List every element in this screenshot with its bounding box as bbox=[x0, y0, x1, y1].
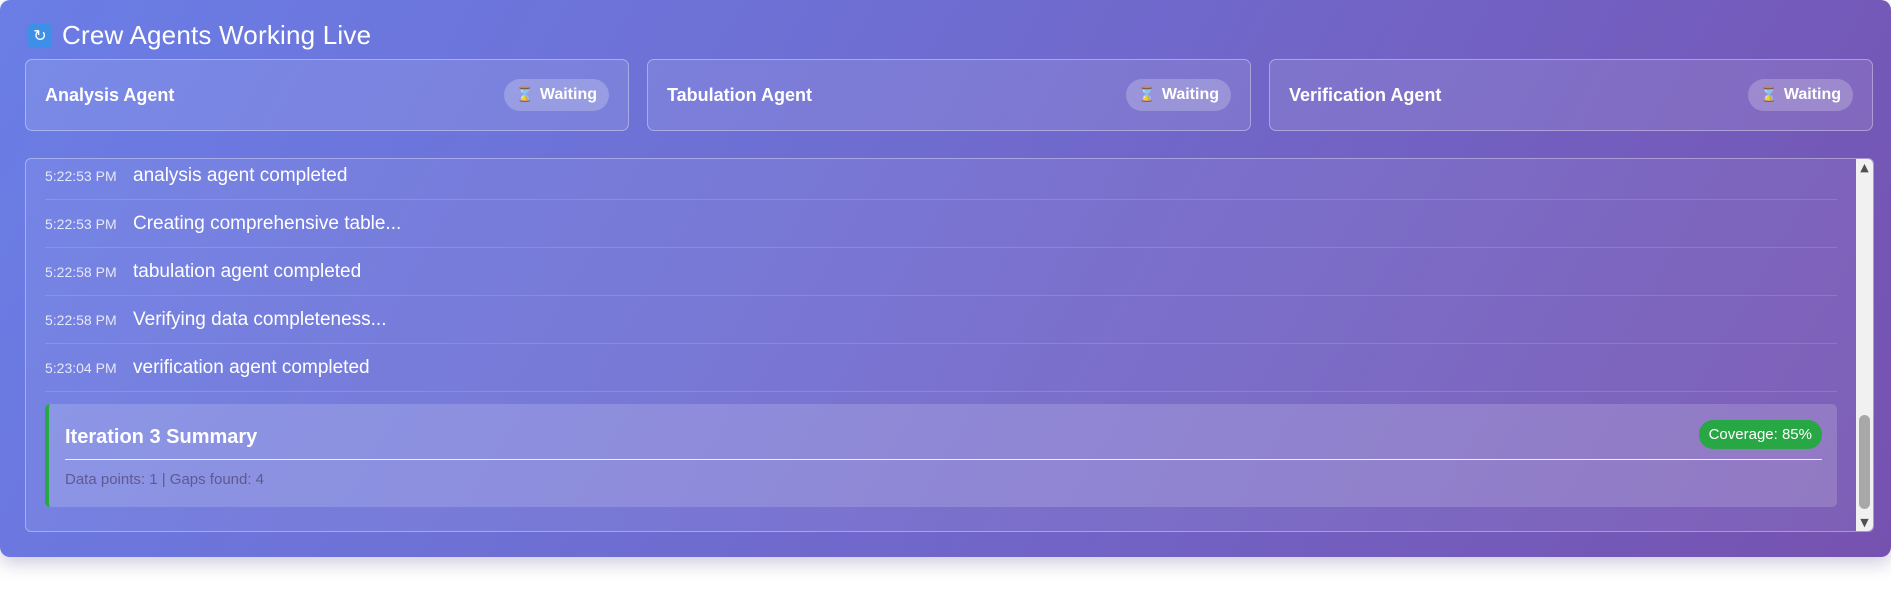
log-timestamp: 5:23:04 PM bbox=[45, 359, 117, 376]
scrollbar-thumb[interactable] bbox=[1859, 415, 1870, 509]
scroll-up-arrow-icon[interactable]: ▲ bbox=[1856, 159, 1873, 176]
agent-cards: Analysis Agent ⌛ Waiting Tabulation Agen… bbox=[25, 59, 1873, 131]
agent-name: Tabulation Agent bbox=[667, 84, 812, 105]
summary-stats: Data points: 1 | Gaps found: 4 bbox=[65, 471, 265, 488]
log-message: verification agent completed bbox=[133, 356, 370, 378]
refresh-icon: ↻ bbox=[28, 23, 52, 48]
log-timestamp: 5:22:58 PM bbox=[45, 263, 117, 280]
hourglass-icon: ⌛ bbox=[1138, 87, 1156, 103]
agent-card-verification: Verification Agent ⌛ Waiting bbox=[1269, 59, 1873, 131]
summary-title: Iteration 3 Summary bbox=[65, 426, 258, 448]
panel-title: Crew Agents Working Live bbox=[62, 20, 372, 50]
log-content: 5:22:53 PM analysis agent completed 5:22… bbox=[45, 159, 1837, 507]
panel-header: ↻ Crew Agents Working Live bbox=[28, 20, 371, 51]
agent-name: Verification Agent bbox=[1289, 84, 1442, 105]
crew-agents-panel: ↻ Crew Agents Working Live Analysis Agen… bbox=[0, 0, 1891, 557]
log-message: analysis agent completed bbox=[133, 164, 348, 186]
status-badge: ⌛ Waiting bbox=[1748, 79, 1853, 111]
log-entry: 5:22:58 PM tabulation agent completed bbox=[45, 248, 1837, 296]
agent-card-analysis: Analysis Agent ⌛ Waiting bbox=[25, 59, 629, 131]
hourglass-icon: ⌛ bbox=[516, 87, 534, 103]
log-entry: 5:23:04 PM verification agent completed bbox=[45, 344, 1837, 392]
log-message: tabulation agent completed bbox=[133, 260, 362, 282]
status-badge: ⌛ Waiting bbox=[504, 79, 609, 111]
summary-divider bbox=[65, 459, 1822, 460]
log-timestamp: 5:22:53 PM bbox=[45, 167, 117, 184]
log-entry: 5:22:53 PM Creating comprehensive table.… bbox=[45, 200, 1837, 248]
log-message: Creating comprehensive table... bbox=[133, 212, 402, 234]
iteration-summary: Iteration 3 Summary Coverage: 85% Data p… bbox=[45, 404, 1837, 507]
agent-card-tabulation: Tabulation Agent ⌛ Waiting bbox=[647, 59, 1251, 131]
hourglass-icon: ⌛ bbox=[1760, 87, 1778, 103]
status-label: Waiting bbox=[1783, 86, 1841, 103]
log-timestamp: 5:22:58 PM bbox=[45, 311, 117, 328]
activity-log[interactable]: 5:22:53 PM analysis agent completed 5:22… bbox=[25, 158, 1874, 532]
status-label: Waiting bbox=[1161, 86, 1219, 103]
log-entry: 5:22:58 PM Verifying data completeness..… bbox=[45, 296, 1837, 344]
log-message: Verifying data completeness... bbox=[133, 308, 387, 330]
log-entry: 5:22:53 PM analysis agent completed bbox=[45, 159, 1837, 200]
status-badge: ⌛ Waiting bbox=[1126, 79, 1231, 111]
coverage-badge: Coverage: 85% bbox=[1698, 420, 1822, 449]
status-label: Waiting bbox=[539, 86, 597, 103]
log-timestamp: 5:22:53 PM bbox=[45, 215, 117, 232]
log-scrollbar[interactable]: ▲ ▼ bbox=[1856, 159, 1873, 531]
scroll-down-arrow-icon[interactable]: ▼ bbox=[1856, 514, 1873, 531]
agent-name: Analysis Agent bbox=[45, 84, 175, 105]
